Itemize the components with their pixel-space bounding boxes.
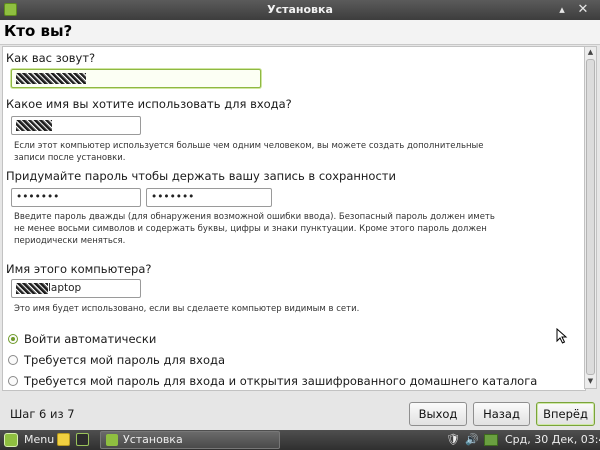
radio-button[interactable] <box>8 334 18 344</box>
password-label: Придумайте пароль чтобы держать вашу зап… <box>6 169 396 183</box>
username-label: Какое имя вы хотите использовать для вхо… <box>6 97 292 111</box>
taskbar: Menu Установка 🛡 🔊 Срд, 30 Дек, 03:45 <box>0 430 600 450</box>
taskbar-task-installer[interactable]: Установка <box>100 431 280 449</box>
hostname-label: Имя этого компьютера? <box>6 262 152 276</box>
mouse-pointer-icon <box>556 328 568 344</box>
window-titlebar: Установка ▴ ✕ <box>0 0 600 20</box>
scroll-up-icon[interactable]: ▲ <box>585 48 596 56</box>
username-input[interactable] <box>11 116 141 135</box>
window-title: Установка <box>267 3 333 16</box>
form-panel: Как вас зовут? Какое имя вы хотите испол… <box>2 46 586 391</box>
clock[interactable]: Срд, 30 Дек, 03:45 <box>505 433 600 446</box>
name-label: Как вас зовут? <box>6 51 96 65</box>
redacted-text <box>16 73 86 84</box>
password-help: Введите пароль дважды (для обнаружения в… <box>14 212 495 246</box>
network-icon[interactable] <box>484 434 498 446</box>
name-input[interactable] <box>11 69 261 88</box>
redacted-text <box>16 283 48 294</box>
back-button[interactable]: Назад <box>473 402 530 426</box>
volume-icon[interactable]: 🔊 <box>465 433 479 446</box>
radio-label: Войти автоматически <box>24 332 157 346</box>
page-header: Кто вы? <box>0 20 600 45</box>
radio-button[interactable] <box>8 376 18 386</box>
quit-button[interactable]: Выход <box>409 402 467 426</box>
radio-button[interactable] <box>8 355 18 365</box>
text-editor-icon[interactable] <box>57 433 70 446</box>
hostname-input[interactable]: laptop <box>11 279 141 298</box>
menu-button[interactable]: Menu <box>24 433 54 446</box>
radio-label: Требуется мой пароль для входа и открыти… <box>24 374 538 388</box>
hostname-help: Это имя будет использовано, если вы сдел… <box>14 304 360 314</box>
collapse-icon[interactable]: ▴ <box>554 2 570 18</box>
close-icon[interactable]: ✕ <box>575 2 591 18</box>
password-input[interactable]: ••••••• <box>11 188 141 207</box>
scrollbar-thumb[interactable] <box>586 59 595 375</box>
password-confirm-input[interactable]: ••••••• <box>146 188 272 207</box>
task-label: Установка <box>123 433 183 446</box>
redacted-text <box>16 120 52 131</box>
username-help: Если этот компьютер используется больше … <box>14 141 484 163</box>
scroll-down-icon[interactable]: ▼ <box>585 377 596 385</box>
vertical-scrollbar[interactable]: ▲ ▼ <box>584 46 597 389</box>
forward-button[interactable]: Вперёд <box>536 402 595 426</box>
mint-menu-icon[interactable] <box>4 433 18 447</box>
updates-icon[interactable]: 🛡 <box>446 433 460 446</box>
radio-label: Требуется мой пароль для входа <box>24 353 225 367</box>
installer-icon <box>106 434 118 446</box>
terminal-icon[interactable] <box>76 433 89 446</box>
step-indicator: Шаг 6 из 7 <box>10 407 75 421</box>
page-title: Кто вы? <box>4 22 73 40</box>
